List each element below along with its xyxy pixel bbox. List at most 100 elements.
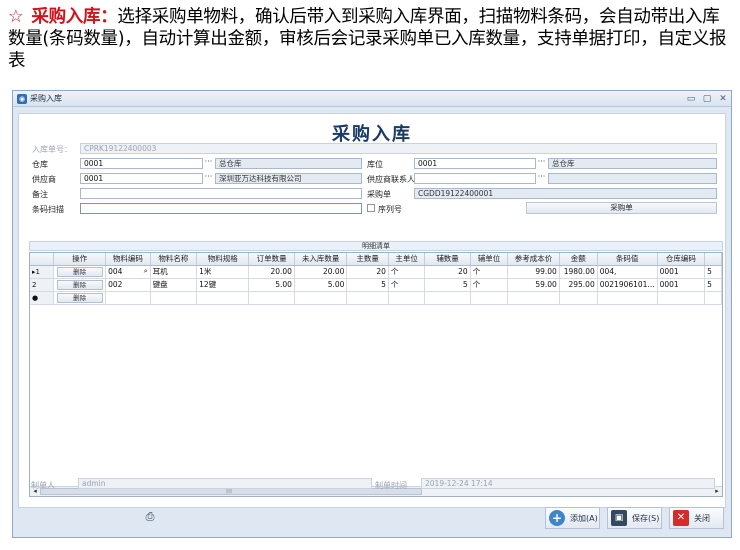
supplier-lookup-button[interactable]: ··· (204, 173, 213, 184)
barcode-input[interactable] (80, 203, 362, 214)
location-code-input[interactable]: 0001 (414, 158, 536, 169)
save-button-label: 保存(S) (632, 513, 660, 523)
warehouse-label: 仓库 (32, 160, 48, 169)
col-main-qty[interactable]: 主数量 (346, 253, 389, 266)
cell-amount[interactable]: 1980.00 (559, 265, 598, 279)
remark-input[interactable] (80, 188, 362, 199)
table-row[interactable]: ▸1 删除 004 ⌕ 耳机 1米 20.00 20.00 20 个 20 个 9… (30, 265, 722, 279)
cell-aux-qty[interactable]: 20 (424, 265, 471, 279)
cell-wh-code[interactable]: 0001 (657, 278, 706, 292)
col-order-qty[interactable]: 订单数量 (248, 253, 295, 266)
delete-row-button[interactable]: 删除 (56, 279, 103, 290)
serial-label: 序列号 (378, 205, 402, 214)
grid-header-row: 操作 物料编码 物料名称 物料规格 订单数量 未入库数量 主数量 主单位 辅数量… (30, 253, 722, 266)
cell-pending-qty[interactable] (294, 291, 348, 305)
cell-main-qty[interactable] (346, 291, 389, 305)
po-select-button[interactable]: 采购单 (526, 202, 717, 214)
row-indicator: 2 (30, 278, 55, 292)
serial-checkbox[interactable] (367, 204, 375, 212)
cell-cost[interactable]: 99.00 (507, 265, 560, 279)
col-extra[interactable] (704, 253, 722, 266)
cell-order-qty[interactable] (248, 291, 295, 305)
cell-item-code[interactable]: 004 ⌕ (105, 265, 151, 279)
cell-barcode[interactable]: 004, (597, 265, 658, 279)
cell-order-qty[interactable]: 20.00 (248, 265, 295, 279)
close-button[interactable]: ✕ 关闭 (669, 507, 724, 529)
window-titlebar: ◉ 采购入库 ▭ ▢ ✕ (13, 91, 731, 107)
cell-amount[interactable]: 295.00 (559, 278, 598, 292)
cell-order-qty[interactable]: 5.00 (248, 278, 295, 292)
cell-item-name[interactable] (150, 291, 198, 305)
col-action[interactable]: 操作 (53, 253, 107, 266)
cell-main-qty[interactable]: 20 (346, 265, 389, 279)
cell-main-unit[interactable]: 个 (388, 278, 426, 292)
col-wh-code[interactable]: 仓库编码 (657, 253, 706, 266)
cell-item-name[interactable]: 耳机 (150, 265, 198, 279)
minimize-button[interactable]: ▭ (683, 94, 699, 104)
row-action-cell: 删除 (53, 278, 107, 292)
col-pending-qty[interactable]: 未入库数量 (294, 253, 348, 266)
cell-item-spec[interactable] (196, 291, 250, 305)
cell-barcode[interactable] (597, 291, 658, 305)
col-item-name[interactable]: 物料名称 (150, 253, 198, 266)
add-button-label: 添加(A) (570, 513, 598, 523)
cell-barcode[interactable]: 0021906101... (597, 278, 658, 292)
col-aux-qty[interactable]: 辅数量 (424, 253, 471, 266)
cell-aux-unit[interactable] (470, 291, 509, 305)
location-lookup-button[interactable]: ··· (537, 158, 546, 169)
search-icon[interactable]: ⌕ (144, 267, 148, 276)
table-row-new[interactable]: ● 删除 (30, 291, 722, 305)
cell-item-code[interactable]: 002 (105, 278, 151, 292)
add-button[interactable]: + 添加(A) (545, 507, 600, 529)
cell-amount[interactable] (559, 291, 598, 305)
feature-title: 采购入库： (31, 7, 118, 27)
close-window-button[interactable]: ✕ (715, 94, 731, 104)
contact-label: 供应商联系人 (367, 175, 415, 184)
col-amount[interactable]: 金额 (559, 253, 598, 266)
maker-label: 制单人 (31, 481, 55, 490)
cell-extra[interactable]: 5 (704, 278, 722, 292)
maximize-button[interactable]: ▢ (699, 94, 715, 104)
order-no-field[interactable]: CPRK19122400003 (80, 143, 717, 154)
cell-wh-code[interactable]: 0001 (657, 265, 706, 279)
cell-aux-qty[interactable] (424, 291, 471, 305)
cell-aux-unit[interactable]: 个 (470, 265, 509, 279)
cell-cost[interactable]: 59.00 (507, 278, 560, 292)
supplier-code-input[interactable]: 0001 (80, 173, 203, 184)
close-icon: ✕ (673, 510, 689, 526)
cell-extra[interactable]: 5 (704, 265, 722, 279)
cell-item-spec[interactable]: 1米 (196, 265, 250, 279)
col-item-code[interactable]: 物料编码 (105, 253, 151, 266)
col-aux-unit[interactable]: 辅单位 (470, 253, 509, 266)
warehouse-code-input[interactable]: 0001 (80, 158, 203, 169)
cell-aux-qty[interactable]: 5 (424, 278, 471, 292)
barcode-label: 条码扫描 (32, 205, 64, 214)
delete-row-button[interactable]: 删除 (56, 266, 103, 277)
delete-row-button[interactable]: 删除 (56, 292, 103, 303)
col-barcode[interactable]: 条码值 (597, 253, 658, 266)
cell-item-code[interactable] (105, 291, 151, 305)
cell-pending-qty[interactable]: 5.00 (294, 278, 348, 292)
cell-cost[interactable] (507, 291, 560, 305)
cell-main-unit[interactable] (388, 291, 426, 305)
cell-item-spec[interactable]: 12键 (196, 278, 250, 292)
col-cost[interactable]: 参考成本价 (507, 253, 560, 266)
cell-aux-unit[interactable]: 个 (470, 278, 509, 292)
row-indicator: ▸1 (30, 265, 55, 279)
col-item-spec[interactable]: 物料规格 (196, 253, 250, 266)
cell-item-name[interactable]: 键盘 (150, 278, 198, 292)
save-button[interactable]: ▣ 保存(S) (607, 507, 662, 529)
col-main-unit[interactable]: 主单位 (388, 253, 426, 266)
contact-input[interactable] (414, 173, 536, 184)
supplier-label: 供应商 (32, 175, 56, 184)
grid-caption: 明细清单 (29, 241, 723, 251)
table-row[interactable]: 2 删除 002 键盘 12键 5.00 5.00 5 个 5 个 59.00 … (30, 278, 722, 292)
cell-wh-code[interactable] (657, 291, 706, 305)
warehouse-lookup-button[interactable]: ··· (204, 158, 213, 169)
cell-extra[interactable] (704, 291, 722, 305)
cell-main-unit[interactable]: 个 (388, 265, 426, 279)
cell-main-qty[interactable]: 5 (346, 278, 389, 292)
cell-pending-qty[interactable]: 20.00 (294, 265, 348, 279)
contact-lookup-button[interactable]: ··· (537, 173, 546, 184)
print-icon[interactable]: ⎙ (143, 511, 157, 523)
